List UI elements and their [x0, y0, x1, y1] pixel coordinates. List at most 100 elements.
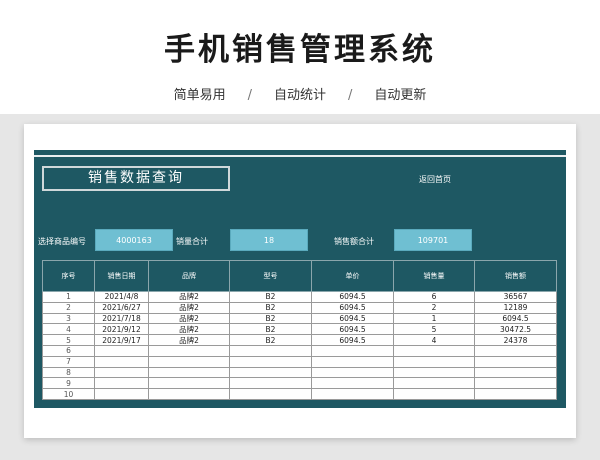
cell-price[interactable] [311, 355, 394, 368]
cell-amount[interactable] [474, 388, 557, 400]
cell-model[interactable]: B2 [229, 301, 312, 314]
col-header-amount: 销售额 [474, 260, 557, 292]
table-row: 10 [42, 388, 557, 400]
cell-price[interactable]: 6094.5 [311, 291, 394, 303]
cell-brand[interactable] [148, 377, 230, 390]
cell-brand[interactable] [148, 388, 230, 400]
col-header-date: 销售日期 [94, 260, 149, 292]
cell-price[interactable] [311, 377, 394, 390]
cell-model[interactable] [229, 355, 312, 368]
cell-model[interactable] [229, 344, 312, 357]
cell-qty[interactable]: 2 [393, 301, 475, 314]
cell-price[interactable] [311, 366, 394, 379]
product-code-field[interactable]: 4000163 [95, 229, 173, 251]
cell-qty[interactable]: 1 [393, 312, 475, 325]
cell-date[interactable]: 2021/7/18 [94, 312, 149, 325]
cell-amount[interactable] [474, 377, 557, 390]
cell-index[interactable]: 7 [42, 355, 95, 368]
cell-brand[interactable]: 品牌2 [148, 291, 230, 303]
sales-table: 序号 销售日期 品牌 型号 单价 销售量 销售额 1 2021/4/8 品牌2 B2 6… [42, 260, 557, 400]
cell-index[interactable]: 10 [42, 388, 95, 400]
cell-brand[interactable]: 品牌2 [148, 334, 230, 346]
cell-index[interactable]: 6 [42, 344, 95, 357]
feature-auto-update: 自动更新 [374, 88, 427, 103]
cell-qty[interactable] [393, 388, 475, 400]
cell-amount[interactable] [474, 355, 557, 368]
col-header-qty: 销售量 [393, 260, 475, 292]
cell-date[interactable] [94, 344, 149, 357]
cell-index[interactable]: 4 [42, 323, 95, 336]
qty-total-field: 18 [230, 229, 308, 251]
product-code-label: 选择商品编号 [38, 237, 86, 246]
cell-amount[interactable] [474, 344, 557, 357]
sales-total-field: 109701 [394, 229, 472, 251]
separator: / [348, 88, 353, 103]
cell-index[interactable]: 5 [42, 334, 95, 346]
cell-price[interactable]: 6094.5 [311, 334, 394, 346]
cell-qty[interactable]: 4 [393, 334, 475, 346]
feature-auto-stats: 自动统计 [273, 88, 326, 103]
col-header-brand: 品牌 [148, 260, 230, 292]
cell-date[interactable]: 2021/4/8 [94, 291, 149, 303]
cell-amount[interactable]: 30472.5 [474, 323, 557, 336]
cell-brand[interactable] [148, 344, 230, 357]
cell-index[interactable]: 8 [42, 366, 95, 379]
cell-qty[interactable]: 6 [393, 291, 475, 303]
cell-amount[interactable]: 12189 [474, 301, 557, 314]
cell-qty[interactable] [393, 366, 475, 379]
col-header-index: 序号 [42, 260, 95, 292]
cell-model[interactable]: B2 [229, 291, 312, 303]
cell-index[interactable]: 1 [42, 291, 95, 303]
spreadsheet-card: 销售数据查询 返回首页 选择商品编号 4000163 销量合计 18 销售额合计… [24, 124, 576, 438]
cell-model[interactable] [229, 366, 312, 379]
back-home-link[interactable]: 返回首页 [419, 174, 451, 185]
cell-model[interactable] [229, 388, 312, 400]
table-header-row: 序号 销售日期 品牌 型号 单价 销售量 销售额 [42, 260, 557, 292]
cell-date[interactable] [94, 377, 149, 390]
cell-date[interactable]: 2021/9/17 [94, 334, 149, 346]
query-panel: 销售数据查询 返回首页 选择商品编号 4000163 销量合计 18 销售额合计… [34, 150, 566, 408]
cell-date[interactable]: 2021/9/12 [94, 323, 149, 336]
cell-brand[interactable]: 品牌2 [148, 312, 230, 325]
table-body: 1 2021/4/8 品牌2 B2 6094.5 6 36567 2 2021/6/27 品牌2 B… [42, 291, 557, 400]
cell-index[interactable]: 9 [42, 377, 95, 390]
cell-date[interactable] [94, 388, 149, 400]
cell-qty[interactable] [393, 355, 475, 368]
cell-amount[interactable]: 36567 [474, 291, 557, 303]
table-row: 8 [42, 366, 557, 379]
cell-brand[interactable]: 品牌2 [148, 323, 230, 336]
cell-date[interactable]: 2021/6/27 [94, 301, 149, 314]
col-header-model: 型号 [229, 260, 312, 292]
cell-index[interactable]: 3 [42, 312, 95, 325]
qty-total-label: 销量合计 [176, 237, 208, 246]
preview-stage: 销售数据查询 返回首页 选择商品编号 4000163 销量合计 18 销售额合计… [0, 114, 600, 460]
cell-model[interactable]: B2 [229, 323, 312, 336]
cell-brand[interactable] [148, 366, 230, 379]
cell-price[interactable]: 6094.5 [311, 301, 394, 314]
table-row: 2 2021/6/27 品牌2 B2 6094.5 2 12189 [42, 301, 557, 314]
cell-model[interactable] [229, 377, 312, 390]
cell-amount[interactable] [474, 366, 557, 379]
cell-amount[interactable]: 6094.5 [474, 312, 557, 325]
cell-qty[interactable] [393, 377, 475, 390]
cell-index[interactable]: 2 [42, 301, 95, 314]
query-title: 销售数据查询 [42, 166, 230, 191]
cell-model[interactable]: B2 [229, 334, 312, 346]
cell-price[interactable]: 6094.5 [311, 312, 394, 325]
page-title: 手机销售管理系统 [164, 32, 436, 68]
cell-price[interactable]: 6094.5 [311, 323, 394, 336]
cell-amount[interactable]: 24378 [474, 334, 557, 346]
cell-price[interactable] [311, 388, 394, 400]
cell-brand[interactable]: 品牌2 [148, 301, 230, 314]
sales-total-label: 销售额合计 [334, 237, 374, 246]
cell-brand[interactable] [148, 355, 230, 368]
cell-date[interactable] [94, 366, 149, 379]
cell-qty[interactable]: 5 [393, 323, 475, 336]
table-row: 3 2021/7/18 品牌2 B2 6094.5 1 6094.5 [42, 312, 557, 325]
cell-qty[interactable] [393, 344, 475, 357]
cell-date[interactable] [94, 355, 149, 368]
panel-divider [34, 155, 566, 157]
cell-model[interactable]: B2 [229, 312, 312, 325]
cell-price[interactable] [311, 344, 394, 357]
table-row: 4 2021/9/12 品牌2 B2 6094.5 5 30472.5 [42, 323, 557, 336]
